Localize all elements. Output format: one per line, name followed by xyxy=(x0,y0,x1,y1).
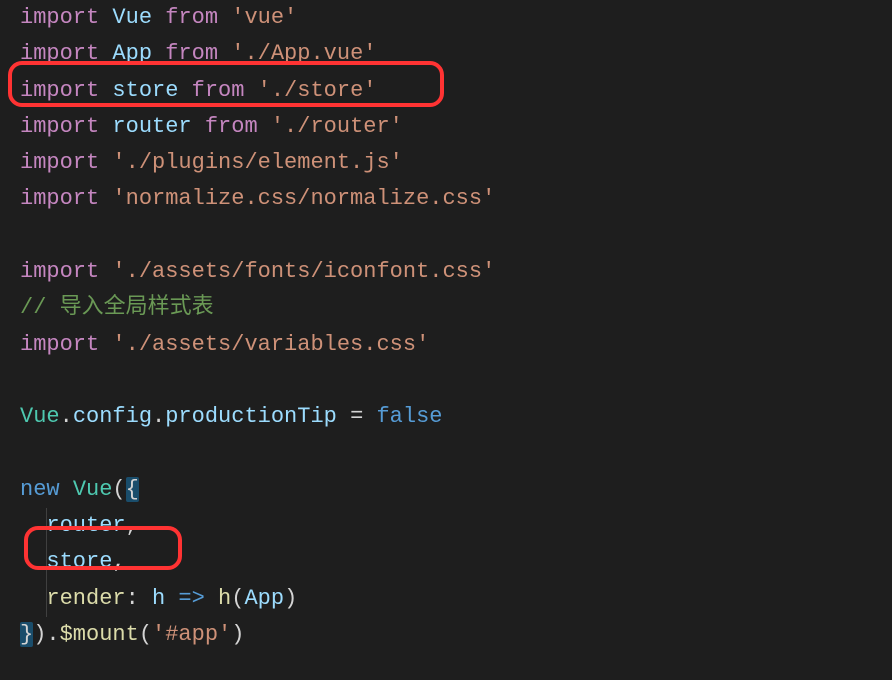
parameter: h xyxy=(152,586,165,611)
punctuation: . xyxy=(152,404,165,429)
string-literal: 'normalize.css/normalize.css' xyxy=(112,186,495,211)
function-call: h xyxy=(218,586,231,611)
punctuation: ( xyxy=(231,586,244,611)
code-line[interactable]: import './assets/fonts/iconfont.css' xyxy=(20,254,892,290)
identifier: store xyxy=(112,78,178,103)
keyword: from xyxy=(192,78,245,103)
property: store xyxy=(46,549,112,574)
code-line[interactable]: import store from './store' xyxy=(20,73,892,109)
punctuation: ). xyxy=(33,622,59,647)
property: config xyxy=(73,404,152,429)
code-line-empty[interactable] xyxy=(20,218,892,254)
keyword: import xyxy=(20,114,99,139)
indent-guide xyxy=(46,544,47,580)
punctuation: , xyxy=(112,549,125,574)
arrow: => xyxy=(165,586,218,611)
keyword: from xyxy=(165,41,218,66)
punctuation: ( xyxy=(139,622,152,647)
code-line[interactable]: store, xyxy=(20,544,892,580)
keyword: new xyxy=(20,477,60,502)
keyword: import xyxy=(20,332,99,357)
code-line[interactable]: import Vue from 'vue' xyxy=(20,0,892,36)
keyword: from xyxy=(205,114,258,139)
code-line-empty[interactable] xyxy=(20,363,892,399)
punctuation: ) xyxy=(284,586,297,611)
brace-match: { xyxy=(126,477,139,502)
code-line[interactable]: new Vue({ xyxy=(20,472,892,508)
string-literal: 'vue' xyxy=(231,5,297,30)
identifier: App xyxy=(244,586,284,611)
code-line-empty[interactable] xyxy=(20,436,892,472)
brace-match: } xyxy=(20,622,33,647)
punctuation: ) xyxy=(231,622,244,647)
comment: // 导入全局样式表 xyxy=(20,295,214,320)
property: productionTip xyxy=(165,404,337,429)
boolean: false xyxy=(376,404,442,429)
string-literal: './plugins/element.js' xyxy=(112,150,402,175)
keyword: import xyxy=(20,5,99,30)
function-call: $mount xyxy=(60,622,139,647)
keyword: from xyxy=(165,5,218,30)
code-line[interactable]: import './assets/variables.css' xyxy=(20,327,892,363)
class-name: Vue xyxy=(73,477,113,502)
string-literal: './assets/variables.css' xyxy=(112,332,429,357)
code-line[interactable]: }).$mount('#app') xyxy=(20,617,892,653)
property: render xyxy=(46,586,125,611)
keyword: import xyxy=(20,78,99,103)
code-line[interactable]: import './plugins/element.js' xyxy=(20,145,892,181)
operator: = xyxy=(337,404,377,429)
code-line[interactable]: import 'normalize.css/normalize.css' xyxy=(20,181,892,217)
keyword: import xyxy=(20,150,99,175)
punctuation: : xyxy=(126,586,152,611)
identifier: App xyxy=(112,41,152,66)
code-line[interactable]: import router from './router' xyxy=(20,109,892,145)
string-literal: './assets/fonts/iconfont.css' xyxy=(112,259,495,284)
punctuation: . xyxy=(60,404,73,429)
code-line[interactable]: Vue.config.productionTip = false xyxy=(20,399,892,435)
keyword: import xyxy=(20,259,99,284)
code-line-comment[interactable]: // 导入全局样式表 xyxy=(20,290,892,326)
keyword: import xyxy=(20,186,99,211)
string-literal: './App.vue' xyxy=(231,41,376,66)
keyword: import xyxy=(20,41,99,66)
string-literal: './store' xyxy=(258,78,377,103)
punctuation: ( xyxy=(112,477,125,502)
code-line[interactable]: render: h => h(App) xyxy=(20,581,892,617)
indent-guide xyxy=(46,581,47,617)
property: router xyxy=(46,513,125,538)
punctuation: , xyxy=(126,513,139,538)
identifier: router xyxy=(112,114,191,139)
identifier: Vue xyxy=(112,5,152,30)
string-literal: '#app' xyxy=(152,622,231,647)
string-literal: './router' xyxy=(271,114,403,139)
code-line[interactable]: router, xyxy=(20,508,892,544)
code-editor[interactable]: import Vue from 'vue' import App from '.… xyxy=(0,0,892,653)
indent-guide xyxy=(46,508,47,544)
class-name: Vue xyxy=(20,404,60,429)
code-line[interactable]: import App from './App.vue' xyxy=(20,36,892,72)
